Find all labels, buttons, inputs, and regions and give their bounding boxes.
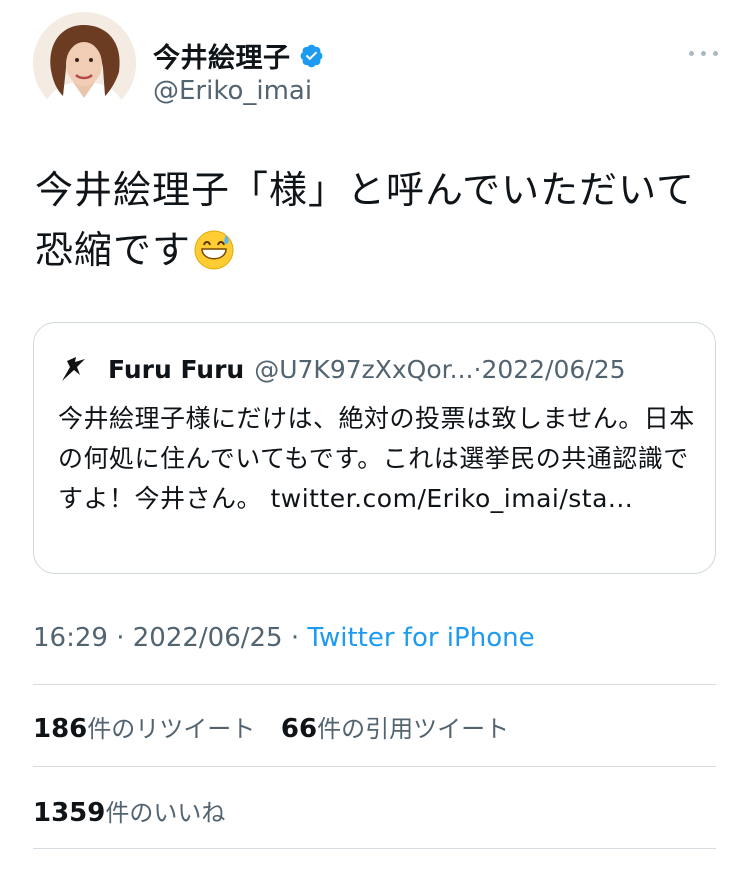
quoted-tweet-header: Furu Furu @U7K97zXxQor... · 2022/06/25 [58, 353, 626, 385]
quoted-tweet-text: 今井絵理子様にだけは、絶対の投票は致しません。日本の何処に住んでいてもです。これ… [58, 404, 695, 513]
grinning-face-with-sweat-emoji-icon [193, 228, 235, 270]
meta-separator: · [107, 623, 133, 653]
divider [33, 684, 716, 685]
tweet-header: 今井絵理子 @Eriko_imai [33, 12, 723, 116]
divider [33, 766, 716, 767]
quoted-tweet-card[interactable]: Furu Furu @U7K97zXxQor... · 2022/06/25 今… [33, 322, 716, 574]
tweet-text-body: 今井絵理子「様」と呼んでいただいて恐縮です [35, 168, 695, 272]
divider [33, 848, 716, 849]
tweet-meta: 16:29 · 2022/06/25 · Twitter for iPhone [33, 623, 535, 653]
tweet-text: 今井絵理子「様」と呼んでいただいて恐縮です [35, 160, 705, 280]
author-avatar[interactable] [33, 12, 136, 115]
verified-badge-icon [299, 43, 324, 68]
quoted-author-name[interactable]: Furu Furu [108, 355, 244, 384]
quotes-link[interactable]: 66件の引用ツイート [280, 714, 510, 744]
likes-count: 1359 [33, 798, 106, 828]
author-handle[interactable]: @Eriko_imai [153, 76, 312, 106]
quoted-author-avatar[interactable] [58, 353, 90, 385]
retweets-label: 件のリツイート [87, 715, 256, 743]
tweet-source-link[interactable]: Twitter for iPhone [307, 623, 534, 653]
tweet-date[interactable]: 2022/06/25 [133, 623, 283, 653]
author-name-text[interactable]: 今井絵理子 [153, 36, 291, 75]
author-name[interactable]: 今井絵理子 [153, 36, 324, 75]
retweets-link[interactable]: 186件のリツイート [33, 714, 256, 744]
meta-separator: · [282, 623, 308, 653]
quoted-author-handle[interactable]: @U7K97zXxQor... [254, 355, 473, 384]
quotes-label: 件の引用ツイート [317, 715, 510, 743]
retweet-stats: 186件のリツイート 66件の引用ツイート [33, 709, 509, 744]
likes-label: 件のいいね [105, 799, 226, 827]
retweets-count: 186 [33, 714, 88, 744]
quoted-separator: · [473, 354, 482, 384]
more-options-icon[interactable] [687, 44, 721, 64]
tweet-time[interactable]: 16:29 [33, 623, 108, 653]
quotes-count: 66 [280, 714, 318, 744]
likes-link[interactable]: 1359件のいいね [33, 798, 226, 828]
like-stats: 1359件のいいね [33, 793, 225, 828]
quoted-date[interactable]: 2022/06/25 [481, 355, 625, 384]
